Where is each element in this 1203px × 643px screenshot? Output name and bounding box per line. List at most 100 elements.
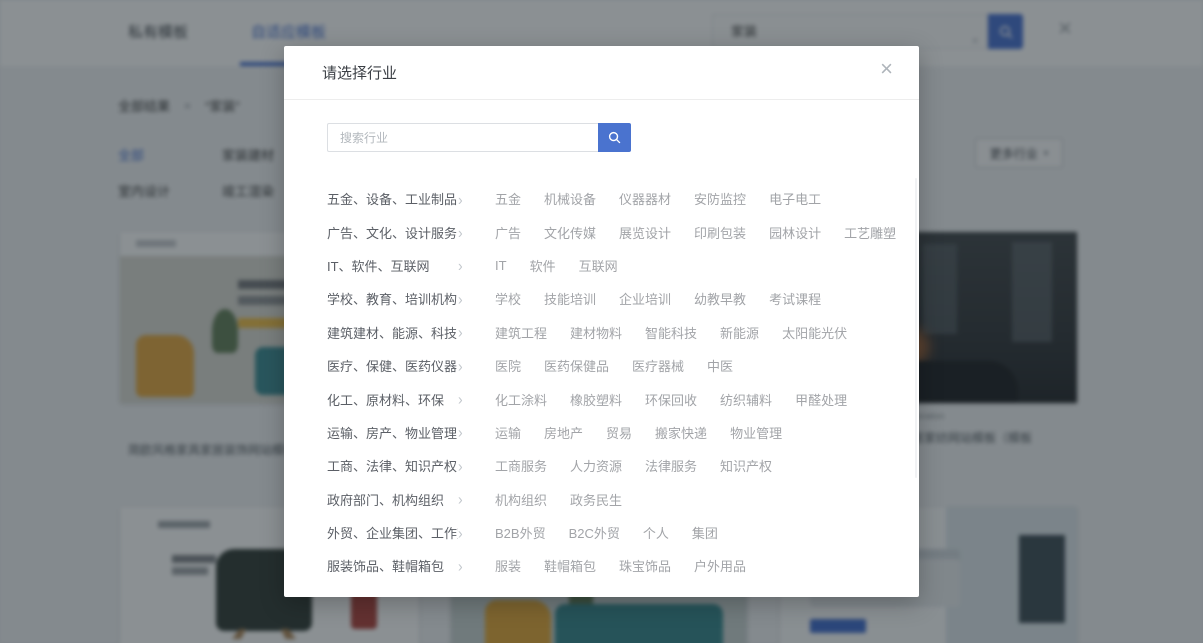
industry-sub-item[interactable]: 橡胶塑料 <box>570 390 622 409</box>
industry-search-button[interactable] <box>598 123 631 152</box>
industry-sub-item[interactable]: 化工涂料 <box>495 390 547 409</box>
industry-category[interactable]: 工商、法律、知识产权› <box>327 456 495 475</box>
industry-sub-item[interactable]: 工商服务 <box>495 456 547 475</box>
industry-sub-item[interactable]: 仪器器材 <box>619 189 671 208</box>
industry-sub-item[interactable]: 互联网 <box>579 256 618 275</box>
industry-sub-item[interactable]: 房地产 <box>544 423 583 442</box>
industry-sub-item[interactable]: B2C外贸 <box>569 523 620 542</box>
industry-sub-item[interactable]: 鞋帽箱包 <box>544 556 596 575</box>
industry-category-label[interactable]: 运输、房产、物业管理 <box>327 423 458 442</box>
industry-sub-item[interactable]: 机构组织 <box>495 490 547 509</box>
industry-category[interactable]: 学校、教育、培训机构› <box>327 289 495 308</box>
industry-category-label[interactable]: 外贸、企业集团、工作室 <box>327 523 458 542</box>
industry-sub-item[interactable]: 甲醛处理 <box>795 390 847 409</box>
close-icon[interactable]: × <box>880 58 893 80</box>
industry-sub-item[interactable]: 太阳能光伏 <box>782 323 847 342</box>
industry-sub-item[interactable]: 搬家快递 <box>655 423 707 442</box>
industry-category[interactable]: 医疗、保健、医药仪器› <box>327 356 495 375</box>
industry-sub-item[interactable]: 建筑工程 <box>495 323 547 342</box>
industry-sub-list: B2B外贸 B2C外贸 个人 集团 <box>495 523 741 542</box>
scrollbar[interactable] <box>915 178 917 478</box>
industry-sub-item[interactable]: 五金 <box>495 189 521 208</box>
industry-sub-item[interactable]: 服装 <box>495 556 521 575</box>
industry-sub-item[interactable]: 运输 <box>495 423 521 442</box>
chevron-right-icon: › <box>458 457 463 475</box>
industry-category-label[interactable]: 建筑建材、能源、科技 <box>327 323 458 342</box>
industry-sub-item[interactable]: 纺织辅料 <box>720 390 772 409</box>
industry-sub-item[interactable]: 贸易 <box>606 423 632 442</box>
industry-sub-list: 五金 机械设备 仪器器材 安防监控 电子电工 <box>495 189 844 208</box>
industry-category[interactable]: 广告、文化、设计服务› <box>327 223 495 242</box>
industry-category-label[interactable]: 化工、原材料、环保 <box>327 390 458 409</box>
industry-category[interactable]: 外贸、企业集团、工作室› <box>327 523 495 542</box>
chevron-right-icon: › <box>458 490 463 508</box>
chevron-right-icon: › <box>458 323 463 341</box>
chevron-right-icon: › <box>458 256 463 274</box>
industry-sub-item[interactable]: IT <box>495 258 507 273</box>
industry-category-label[interactable]: 服装饰品、鞋帽箱包 <box>327 556 458 575</box>
industry-category[interactable]: IT、软件、互联网› <box>327 256 495 275</box>
industry-sub-item[interactable]: 户外用品 <box>694 556 746 575</box>
industry-search-input[interactable] <box>327 123 598 152</box>
industry-sub-item[interactable]: 工艺雕塑 <box>844 223 896 242</box>
industry-sub-item[interactable]: 知识产权 <box>720 456 772 475</box>
industry-category[interactable]: 服装饰品、鞋帽箱包› <box>327 556 495 575</box>
industry-sub-item[interactable]: 中医 <box>707 356 733 375</box>
industry-sub-item[interactable]: 软件 <box>530 256 556 275</box>
industry-row: 医疗、保健、医药仪器›医院 医药保健品 医疗器械 中医 <box>284 349 919 382</box>
industry-category[interactable]: 化工、原材料、环保› <box>327 390 495 409</box>
industry-sub-item[interactable]: 企业培训 <box>619 289 671 308</box>
industry-sub-item[interactable]: 法律服务 <box>645 456 697 475</box>
industry-sub-list: 运输 房地产 贸易 搬家快递 物业管理 <box>495 423 805 442</box>
industry-category-label[interactable]: 五金、设备、工业制品 <box>327 189 458 208</box>
industry-sub-item[interactable]: 政务民生 <box>570 490 622 509</box>
industry-sub-item[interactable]: 建材物料 <box>570 323 622 342</box>
industry-category[interactable]: 运输、房产、物业管理› <box>327 423 495 442</box>
industry-sub-item[interactable]: 机械设备 <box>544 189 596 208</box>
industry-sub-item[interactable]: 广告 <box>495 223 521 242</box>
industry-row: 化工、原材料、环保›化工涂料 橡胶塑料 环保回收 纺织辅料 甲醛处理 <box>284 382 919 415</box>
industry-sub-list: 广告 文化传媒 展览设计 印刷包装 园林设计 工艺雕塑 <box>495 223 919 242</box>
industry-sub-item[interactable]: 智能科技 <box>645 323 697 342</box>
industry-sub-item[interactable]: 幼教早教 <box>694 289 746 308</box>
industry-sub-item[interactable]: B2B外贸 <box>495 523 546 542</box>
industry-sub-item[interactable]: 展览设计 <box>619 223 671 242</box>
industry-category-label[interactable]: IT、软件、互联网 <box>327 256 458 275</box>
industry-row: 五金、设备、工业制品›五金机械设备仪器器材安防监控电子电工 <box>284 182 919 215</box>
industry-category-label[interactable]: 工商、法律、知识产权 <box>327 456 458 475</box>
industry-sub-item[interactable]: 人力资源 <box>570 456 622 475</box>
industry-sub-item[interactable]: 物业管理 <box>730 423 782 442</box>
industry-category-label[interactable]: 医疗、保健、医药仪器 <box>327 356 458 375</box>
chevron-right-icon: › <box>458 290 463 308</box>
industry-sub-item[interactable]: 新能源 <box>720 323 759 342</box>
industry-sub-item[interactable]: 印刷包装 <box>694 223 746 242</box>
industry-sub-item[interactable]: 安防监控 <box>694 189 746 208</box>
industry-category[interactable]: 建筑建材、能源、科技› <box>327 323 495 342</box>
industry-sub-item[interactable]: 个人 <box>643 523 669 542</box>
industry-sub-item[interactable]: 学校 <box>495 289 521 308</box>
industry-sub-item[interactable]: 园林设计 <box>769 223 821 242</box>
industry-sub-item[interactable]: 环保回收 <box>645 390 697 409</box>
industry-sub-item[interactable]: 珠宝饰品 <box>619 556 671 575</box>
modal-header: 请选择行业 × <box>284 46 919 100</box>
industry-row: 外贸、企业集团、工作室›B2B外贸 B2C外贸 个人 集团 <box>284 516 919 549</box>
industry-sub-item[interactable]: 技能培训 <box>544 289 596 308</box>
industry-sub-item[interactable]: 医院 <box>495 356 521 375</box>
industry-category[interactable]: 政府部门、机构组织› <box>327 490 495 509</box>
industry-row: 广告、文化、设计服务›广告 文化传媒 展览设计 印刷包装 园林设计 工艺雕塑 <box>284 215 919 248</box>
industry-category-label[interactable]: 政府部门、机构组织 <box>327 490 458 509</box>
industry-sub-item[interactable]: 考试课程 <box>769 289 821 308</box>
industry-sub-list: 服装 鞋帽箱包 珠宝饰品 户外用品 <box>495 556 769 575</box>
industry-category[interactable]: 五金、设备、工业制品› <box>327 189 495 208</box>
chevron-right-icon: › <box>458 423 463 441</box>
industry-sub-item[interactable]: 医药保健品 <box>544 356 609 375</box>
industry-sub-item[interactable]: 电子电工 <box>769 189 821 208</box>
chevron-right-icon: › <box>458 557 463 575</box>
industry-category-label[interactable]: 学校、教育、培训机构 <box>327 289 458 308</box>
industry-category-label[interactable]: 广告、文化、设计服务 <box>327 223 458 242</box>
industry-sub-item[interactable]: 文化传媒 <box>544 223 596 242</box>
industry-picker-modal: 请选择行业 × 五金、设备、工业制品›五金机械设备仪器器材安防监控电子电工广告、… <box>284 46 919 597</box>
industry-sub-item[interactable]: 集团 <box>692 523 718 542</box>
industry-sub-item[interactable]: 医疗器械 <box>632 356 684 375</box>
chevron-right-icon: › <box>458 189 463 207</box>
